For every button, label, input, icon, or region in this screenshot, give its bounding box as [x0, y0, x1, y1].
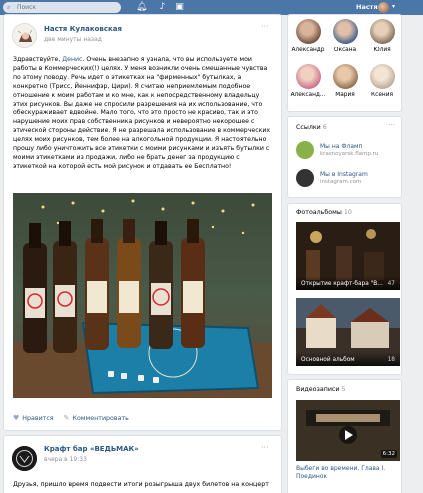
friend-item[interactable]: Юлия [364, 19, 400, 53]
notifications-icon[interactable]: 🔔︎ [136, 2, 147, 13]
more-icon[interactable]: ··· [261, 22, 269, 31]
flamp-icon [296, 141, 314, 159]
comment-icon: ✎ [63, 414, 70, 422]
friend-item[interactable]: Александ... [290, 64, 326, 98]
search-input[interactable] [17, 4, 117, 11]
post-author[interactable]: Настя Кулаковская [44, 25, 122, 33]
video-item[interactable]: 6:32 [296, 400, 400, 461]
comment-button[interactable]: ✎ Комментировать [64, 414, 129, 422]
link-item[interactable]: Мы в Instagram instagram.com [296, 169, 396, 189]
friend-avatar [369, 64, 395, 89]
more-icon[interactable]: ··· [388, 121, 395, 129]
links-header[interactable]: Ссылки 6 [296, 124, 327, 131]
video-duration: 6:32 [380, 450, 397, 458]
heart-icon: ♥ [13, 414, 20, 422]
search-box[interactable]: ⌕ [3, 2, 121, 13]
post-actions: ♥ Нравится ✎ Комментировать [13, 414, 129, 422]
videos-header[interactable]: Видеозаписи 5 [296, 386, 346, 393]
search-icon: ⌕ [7, 4, 11, 11]
friend-item[interactable]: Мария [327, 64, 363, 98]
mention-link[interactable]: Денис [62, 56, 82, 63]
friend-avatar [295, 64, 321, 89]
user-name[interactable]: Настя [356, 3, 378, 11]
friend-avatar [369, 19, 395, 44]
post-time[interactable]: две минуты назад [44, 36, 102, 43]
album-item[interactable]: Открытие крафт-бара "В... 47 [296, 222, 400, 290]
post-text: Здравствуйте, Денис. Очень внезапно я уз… [13, 56, 271, 170]
user-avatar[interactable] [378, 2, 389, 13]
friend-item[interactable]: Ксения [364, 64, 400, 98]
apps-icon[interactable]: ▣ [174, 2, 185, 13]
friend-item[interactable]: Оксана [327, 19, 363, 53]
links-block: Ссылки 6 ··· Мы на Фламп krasnoyarsk.fla… [288, 117, 401, 197]
post-time[interactable]: вчера в 19:33 [44, 456, 87, 463]
music-icon[interactable]: ♪ [157, 2, 168, 13]
link-item[interactable]: Мы на Фламп krasnoyarsk.flamp.ru [296, 141, 396, 161]
top-bar: ⌕ 🔔︎ ♪ ▣ Настя ▾ [0, 0, 423, 15]
friends-block: Александр Оксана Юлия Александ... Мария … [288, 15, 401, 111]
post-photo[interactable] [13, 193, 272, 398]
author-avatar[interactable] [12, 446, 37, 471]
post-card: Крафт бар «ВЕДЬМАК» вчера в 19:33 ··· Др… [4, 436, 281, 493]
post-author[interactable]: Крафт бар «ВЕДЬМАК» [44, 445, 139, 453]
videos-block: Видеозаписи 5 6:32 Выбеги во времени. Гл… [288, 380, 401, 493]
post-text: Друзья, пришло время подвести итоги розы… [13, 481, 269, 488]
albums-block: Фотоальбомы 10 Открытие крафт-бара "В...… [288, 204, 401, 374]
instagram-icon [296, 169, 314, 187]
post-card: Настя Кулаковская две минуты назад ··· З… [4, 15, 281, 430]
like-button[interactable]: ♥ Нравится [13, 414, 54, 422]
friend-item[interactable]: Александр [290, 19, 326, 53]
author-avatar[interactable] [12, 23, 37, 48]
more-icon[interactable]: ··· [261, 443, 269, 452]
friend-avatar [332, 64, 358, 89]
albums-header[interactable]: Фотоальбомы 10 [296, 209, 352, 216]
friend-avatar [332, 19, 358, 44]
video-title[interactable]: Выбеги во времени. Глава I. Поединок [296, 465, 400, 481]
friend-avatar [295, 19, 321, 44]
album-item[interactable]: Основной альбом 18 [296, 298, 400, 366]
chevron-down-icon[interactable]: ▾ [392, 3, 395, 10]
